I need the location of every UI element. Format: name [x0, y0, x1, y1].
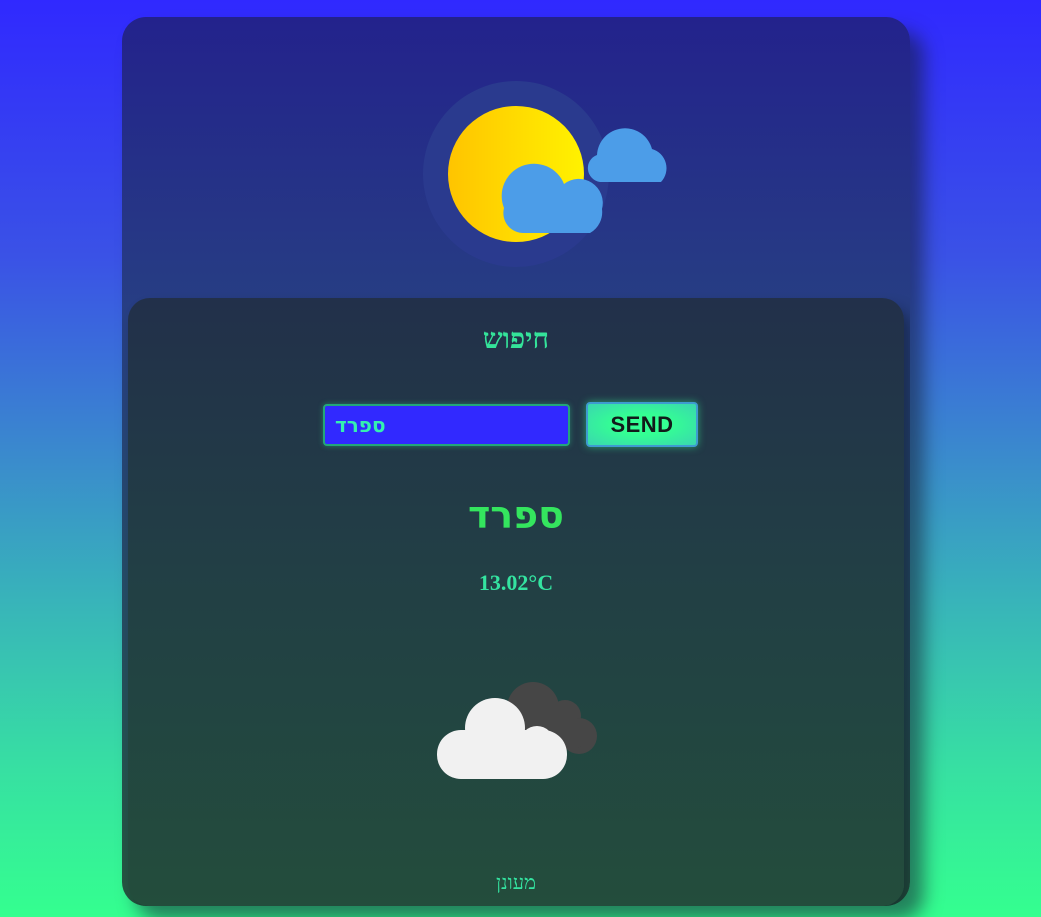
weather-card: חיפוש SEND ספרד 13.02°C מעונן: [122, 17, 910, 906]
search-input[interactable]: [323, 404, 570, 446]
cloudy-icon: [437, 682, 597, 779]
temperature: 13.02°C: [478, 570, 554, 595]
weather-description: מעונן: [496, 872, 536, 894]
city-name: ספרד: [467, 493, 565, 537]
search-row: SEND: [323, 402, 703, 448]
search-panel: חיפוש SEND ספרד 13.02°C מעונן: [128, 298, 904, 906]
search-title: חיפוש: [482, 322, 550, 355]
send-button[interactable]: SEND: [586, 402, 698, 447]
sun-behind-clouds-icon: [423, 81, 667, 267]
hero-section: [122, 17, 910, 299]
